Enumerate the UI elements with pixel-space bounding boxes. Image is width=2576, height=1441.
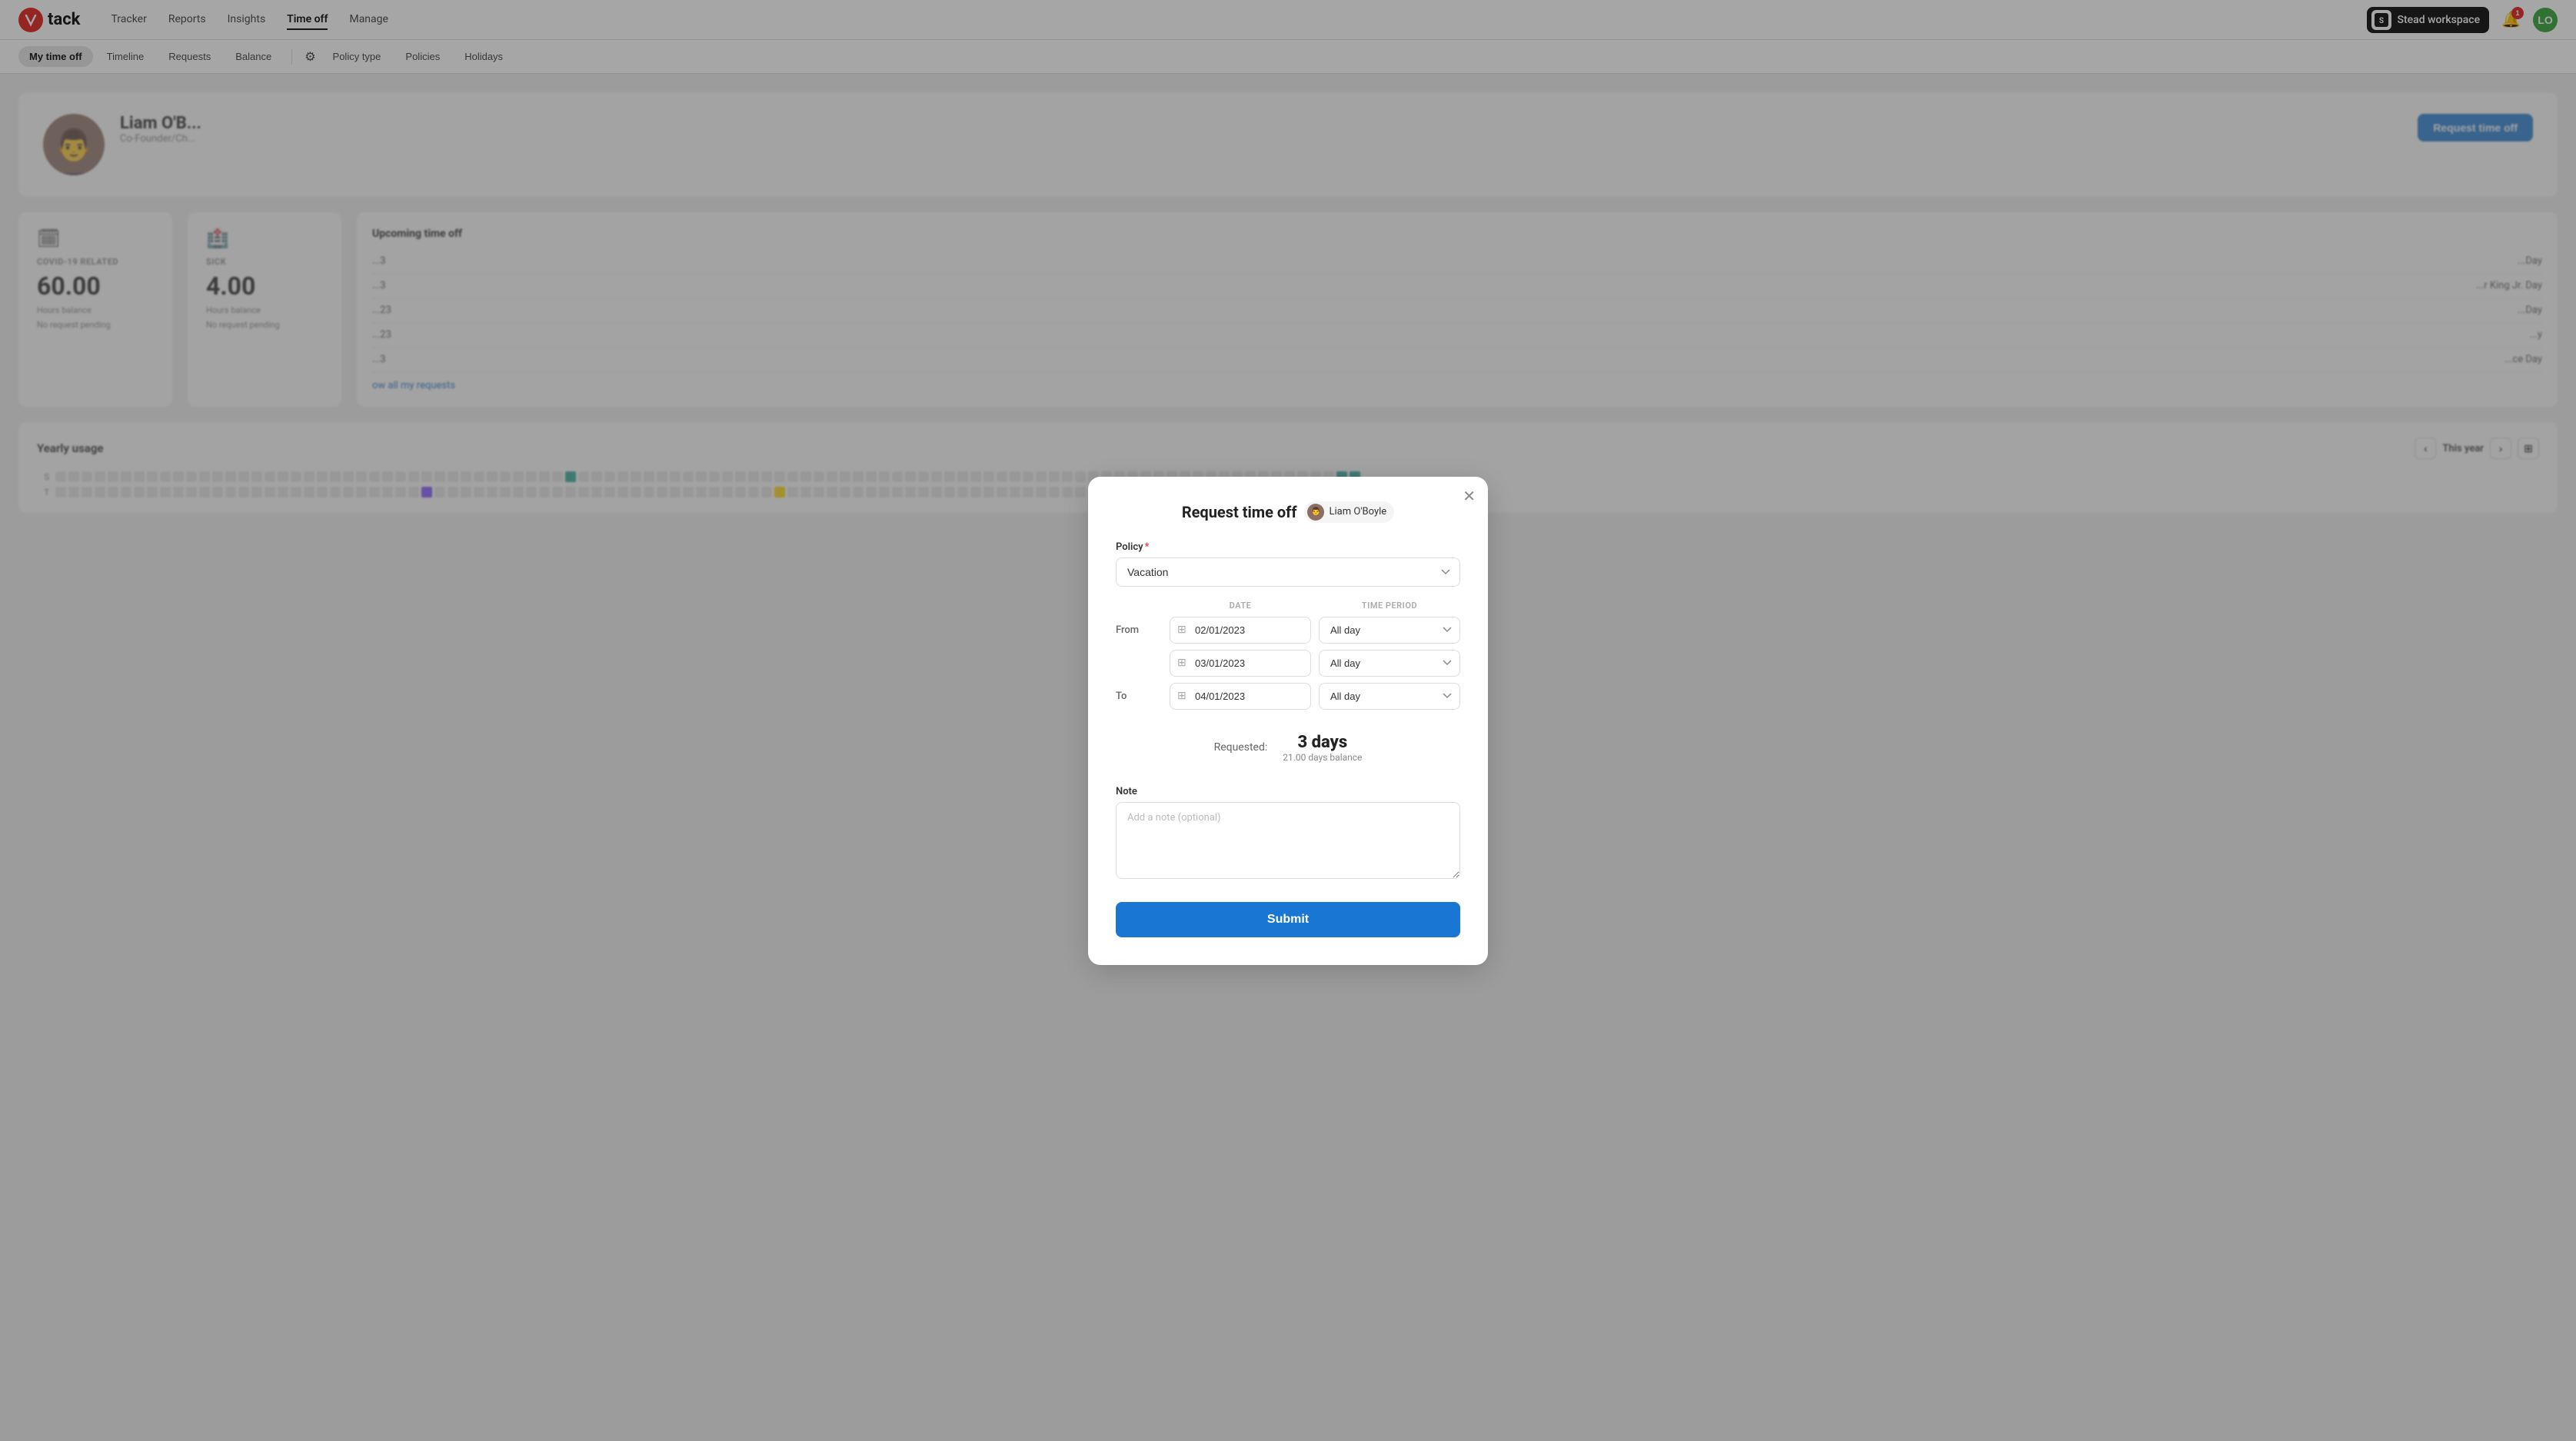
- requested-info-row: Requested: 3 days 21.00 days balance: [1116, 724, 1460, 772]
- note-form-group: Note: [1116, 786, 1460, 882]
- date-row-from: From ⊞ All day Morning Afternoon Custom: [1116, 617, 1460, 644]
- requested-days: 3 days: [1283, 733, 1362, 752]
- calendar-to-icon: ⊞: [1177, 690, 1186, 702]
- time-mid-select[interactable]: All day Morning Afternoon Custom: [1319, 650, 1460, 677]
- date-from-input-wrapper: ⊞: [1170, 617, 1311, 644]
- modal-user-avatar: 👨: [1307, 504, 1324, 521]
- date-col-header: DATE: [1170, 601, 1311, 611]
- note-label: Note: [1116, 786, 1460, 797]
- calendar-mid-icon: ⊞: [1177, 657, 1186, 669]
- modal-header: Request time off 👨 Liam O'Boyle: [1116, 501, 1460, 523]
- date-mid-input-wrapper: ⊞: [1170, 650, 1311, 677]
- date-section: DATE TIME PERIOD From ⊞ All day Morning …: [1116, 601, 1460, 710]
- date-table-header: DATE TIME PERIOD: [1116, 601, 1460, 611]
- date-row-to: To ⊞ All day Morning Afternoon Custom: [1116, 683, 1460, 710]
- requested-value: 3 days 21.00 days balance: [1283, 733, 1362, 763]
- requested-balance: 21.00 days balance: [1283, 752, 1362, 763]
- policy-select[interactable]: Vacation Sick COVID-19 Related: [1116, 557, 1460, 587]
- date-mid-input[interactable]: [1170, 650, 1311, 677]
- requested-label: Requested:: [1214, 741, 1268, 754]
- to-label: To: [1116, 691, 1162, 702]
- time-to-select[interactable]: All day Morning Afternoon Custom: [1319, 683, 1460, 710]
- modal-overlay[interactable]: ✕ Request time off 👨 Liam O'Boyle Policy…: [0, 0, 2576, 1441]
- modal-user-name: Liam O'Boyle: [1329, 506, 1386, 517]
- policy-form-group: Policy* Vacation Sick COVID-19 Related: [1116, 541, 1460, 587]
- date-from-input[interactable]: [1170, 617, 1311, 644]
- from-label: From: [1116, 624, 1162, 636]
- note-textarea[interactable]: [1116, 802, 1460, 879]
- time-col-header: TIME PERIOD: [1319, 601, 1460, 611]
- request-time-off-modal: ✕ Request time off 👨 Liam O'Boyle Policy…: [1088, 477, 1488, 965]
- submit-button[interactable]: Submit: [1116, 902, 1460, 937]
- calendar-from-icon: ⊞: [1177, 624, 1186, 636]
- modal-close-button[interactable]: ✕: [1463, 489, 1476, 504]
- date-row-mid: ⊞ All day Morning Afternoon Custom: [1116, 650, 1460, 677]
- policy-label: Policy*: [1116, 541, 1460, 553]
- date-to-input-wrapper: ⊞: [1170, 683, 1311, 710]
- time-from-select[interactable]: All day Morning Afternoon Custom: [1319, 617, 1460, 644]
- policy-required-star: *: [1145, 541, 1150, 553]
- date-to-input[interactable]: [1170, 683, 1311, 710]
- modal-user-badge: 👨 Liam O'Boyle: [1304, 501, 1394, 523]
- modal-title: Request time off: [1182, 503, 1297, 521]
